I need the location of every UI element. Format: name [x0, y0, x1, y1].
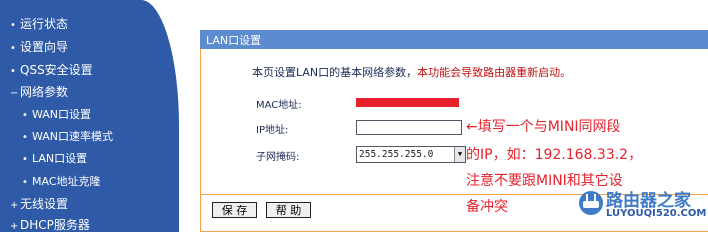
- ip-label: IP地址:: [256, 125, 289, 136]
- bullet-icon: •: [22, 177, 28, 188]
- bullet-icon: •: [10, 20, 16, 31]
- annotation-line: 备冲突: [466, 199, 508, 215]
- watermark-url: LUYOUQI520.COM: [606, 208, 707, 219]
- bullet-icon: •: [22, 110, 28, 121]
- subnet-mask-select[interactable]: 255.255.255.0 ▼: [356, 146, 466, 163]
- subnet-mask-label: 子网掩码:: [256, 152, 300, 163]
- panel-header: LAN口设置: [200, 30, 708, 49]
- sidebar-item-label: WAN口速率模式: [32, 130, 114, 143]
- sidebar-item-mac-clone[interactable]: • MAC地址克隆: [22, 175, 101, 190]
- expand-icon: +: [10, 200, 19, 211]
- sidebar-item-label: 运行状态: [20, 17, 69, 31]
- ip-address-input[interactable]: [356, 120, 462, 135]
- sidebar-item-label: QSS安全设置: [20, 63, 93, 77]
- router-logo-icon: [579, 191, 603, 215]
- annotation-line: ←填写一个与MINI同网段: [466, 119, 621, 135]
- collapse-icon: −: [10, 88, 19, 99]
- mac-address-redacted: [356, 98, 459, 107]
- sidebar-item-label: 网络参数: [20, 85, 69, 99]
- bullet-icon: •: [22, 132, 28, 143]
- sidebar-item-wizard[interactable]: • 设置向导: [10, 40, 68, 56]
- intro-description: 本页设置LAN口的基本网络参数，: [252, 66, 418, 79]
- expand-icon: +: [10, 221, 19, 232]
- sidebar-item-dhcp[interactable]: + DHCP服务器: [10, 218, 90, 234]
- sidebar-item-lan[interactable]: • LAN口设置: [22, 152, 87, 167]
- annotation-line: 的IP，如：192.168.33.2，: [466, 147, 643, 163]
- bullet-icon: •: [22, 154, 28, 165]
- sidebar-item-qss[interactable]: • QSS安全设置: [10, 63, 93, 79]
- help-button[interactable]: 帮 助: [266, 202, 311, 218]
- panel-title: LAN口设置: [206, 34, 262, 47]
- intro-text: 本页设置LAN口的基本网络参数，本功能会导致路由器重新启动。: [252, 64, 571, 80]
- sidebar-curve: [141, 0, 179, 232]
- restart-warning: 本功能会导致路由器重新启动。: [417, 66, 572, 79]
- save-button[interactable]: 保 存: [212, 202, 257, 218]
- sidebar-item-network[interactable]: − 网络参数: [10, 85, 68, 101]
- chevron-down-icon: ▼: [454, 147, 465, 162]
- sidebar-item-wireless[interactable]: + 无线设置: [10, 197, 68, 213]
- sidebar-item-label: 设置向导: [20, 40, 69, 54]
- sidebar-item-label: MAC地址克隆: [32, 175, 101, 188]
- mac-label: MAC地址:: [256, 100, 302, 111]
- sidebar-item-status[interactable]: • 运行状态: [10, 17, 68, 33]
- sidebar-item-wan[interactable]: • WAN口设置: [22, 108, 91, 123]
- sidebar-item-label: DHCP服务器: [20, 218, 90, 232]
- sidebar-item-label: WAN口设置: [32, 108, 92, 121]
- sidebar-item-label: 无线设置: [20, 197, 69, 211]
- sidebar-item-label: LAN口设置: [32, 152, 88, 165]
- sidebar-item-wan-speed[interactable]: • WAN口速率模式: [22, 130, 113, 145]
- annotation-line: 注意不要跟MINI和其它设: [466, 173, 623, 189]
- bullet-icon: •: [10, 43, 16, 54]
- subnet-mask-value: 255.255.255.0: [359, 149, 434, 160]
- bullet-icon: •: [10, 66, 16, 77]
